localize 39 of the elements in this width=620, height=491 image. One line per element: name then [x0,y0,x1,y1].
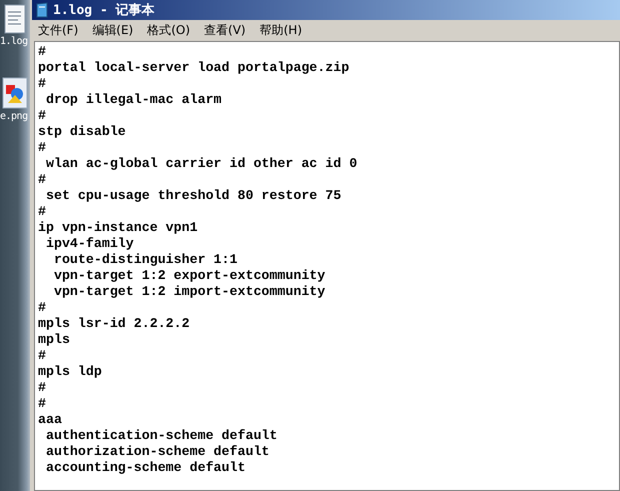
text-line: aaa [38,412,62,428]
text-line: wlan ac-global carrier id other ac id 0 [44,156,358,172]
text-line: # [38,108,46,124]
text-line: # [38,44,46,60]
text-line: # [38,172,46,188]
text-line: # [38,348,46,364]
image-file-icon[interactable] [2,77,28,109]
text-line: authentication-scheme default [44,428,278,444]
notepad-file-icon[interactable] [4,4,26,34]
desktop-icon-label[interactable]: 1.log [0,36,30,47]
text-line: mpls lsr-id 2.2.2.2 [38,316,190,332]
menu-item[interactable]: 文件(F) [38,22,78,38]
text-editor[interactable] [34,41,620,491]
menu-item[interactable]: 帮助(H) [260,22,302,38]
text-line: stp disable [38,124,126,140]
text-line: vpn-target 1:2 export-extcommunity [52,268,326,284]
text-line: drop illegal-mac alarm [44,92,222,108]
window-title: 1.log - 记事本 [53,2,155,19]
notepad-icon [35,2,49,18]
text-line: # [38,76,46,92]
text-line: # [38,396,46,412]
text-line: ip vpn-instance vpn1 [38,220,198,236]
desktop-icon-label[interactable]: e.png [0,111,30,122]
menu-item[interactable]: 格式(O) [147,22,190,38]
text-line: # [38,300,46,316]
text-line: set cpu-usage threshold 80 restore 75 [44,188,342,204]
text-line: authorization-scheme default [44,444,270,460]
text-line: vpn-target 1:2 import-extcommunity [52,284,326,300]
text-line: accounting-scheme default [44,460,246,476]
text-line: route-distinguisher 1:1 [52,252,238,268]
text-line: mpls [38,332,70,348]
menu-item[interactable]: 编辑(E) [92,22,134,38]
text-line: # [38,380,46,396]
text-line: mpls ldp [38,364,102,380]
text-line: ipv4-family [44,236,134,252]
text-line: # [38,140,46,156]
text-line: # [38,204,46,220]
menu-item[interactable]: 查看(V) [204,22,246,38]
text-line: portal local-server load portalpage.zip [38,60,350,76]
